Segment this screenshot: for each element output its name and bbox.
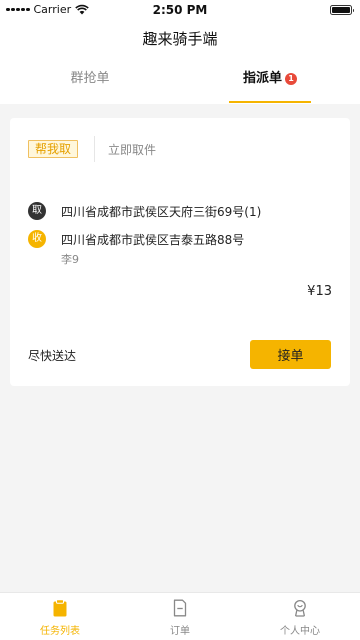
order-type-tag: 帮我取 xyxy=(28,140,79,158)
tab-group-grab[interactable]: 群抢单 xyxy=(0,60,180,104)
status-bar: Carrier 2:50 PM xyxy=(0,0,360,20)
clipboard-icon xyxy=(53,599,67,617)
tab-assigned-badge: 1 xyxy=(285,73,297,85)
accept-order-button[interactable]: 接单 xyxy=(250,340,331,369)
person-icon xyxy=(294,599,306,617)
tabbar-label-orders: 订单 xyxy=(170,626,190,637)
tabbar-item-tasks[interactable]: 任务列表 xyxy=(0,593,120,640)
tabbar-item-orders[interactable]: 订单 xyxy=(120,593,240,640)
pickup-icon: 取 xyxy=(28,202,46,220)
active-tab-indicator xyxy=(229,101,311,103)
pickup-time: 立即取件 xyxy=(108,143,157,157)
document-icon xyxy=(173,599,187,617)
tab-group-grab-label: 群抢单 xyxy=(70,71,110,86)
tabbar-label-profile: 个人中心 xyxy=(280,626,320,637)
delivery-icon: 收 xyxy=(28,230,46,248)
tag-divider xyxy=(94,136,95,162)
order-card[interactable]: 帮我取 立即取件 取 四川省成都市武侯区天府三街69号(1) 收 四川省成都市武… xyxy=(10,118,350,386)
recipient-name: 李9 xyxy=(61,253,79,266)
bottom-tabbar: 任务列表 订单 个人中心 xyxy=(0,592,360,640)
app-title: 趣来骑手端 xyxy=(142,30,218,48)
tab-assigned[interactable]: 指派单 1 xyxy=(180,60,360,104)
delivery-address: 四川省成都市武侯区吉泰五路88号 xyxy=(61,233,245,247)
order-tabs: 群抢单 指派单 1 xyxy=(0,60,360,104)
pickup-address: 四川省成都市武侯区天府三街69号(1) xyxy=(61,205,262,219)
order-note: 尽快送达 xyxy=(28,349,77,363)
tabbar-item-profile[interactable]: 个人中心 xyxy=(240,593,360,640)
status-time: 2:50 PM xyxy=(152,3,208,17)
tab-assigned-label: 指派单 xyxy=(242,71,282,86)
app-header: 趣来骑手端 xyxy=(0,20,360,60)
tabbar-label-tasks: 任务列表 xyxy=(40,626,80,637)
battery-icon xyxy=(330,5,354,15)
order-price: ¥13 xyxy=(307,284,332,299)
